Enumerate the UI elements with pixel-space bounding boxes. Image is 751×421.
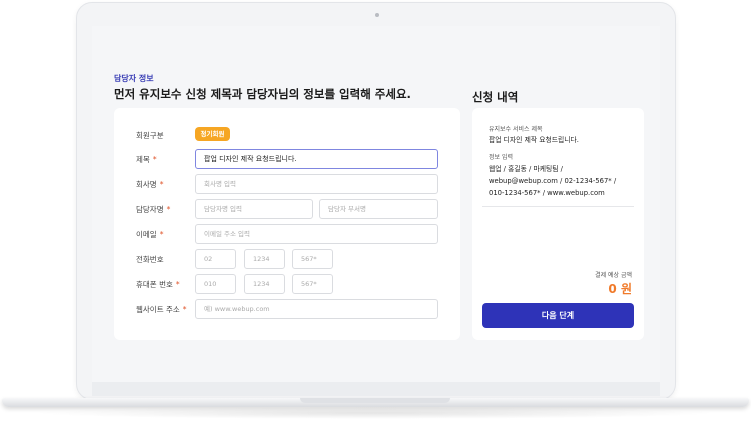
service-title-label: 유지보수 서비스 제목 <box>489 126 543 133</box>
website-input[interactable]: 예) www.webup.com <box>195 299 438 319</box>
summary-divider <box>482 206 634 207</box>
laptop-mockup: 담당자 정보 먼저 유지보수 신청 제목과 담당자님의 정보를 입력해 주세요.… <box>0 0 751 421</box>
laptop-shadow <box>30 407 720 419</box>
summary-card: 유지보수 서비스 제목 팝업 디자인 제작 요청드립니다. 정보 입력 웹업 /… <box>472 108 644 340</box>
section-subtitle: 담당자 정보 <box>114 74 154 83</box>
required-mark: * <box>152 155 157 164</box>
mobile-part-2[interactable]: 1234 <box>244 274 285 294</box>
info-line: 010-1234-567* / www.webup.com <box>489 189 605 197</box>
mobile-part-1[interactable]: 010 <box>195 274 236 294</box>
service-title-value: 팝업 디자인 제작 요청드립니다. <box>489 136 579 144</box>
phone-label: 전화번호 <box>136 255 164 264</box>
app-screen: 담당자 정보 먼저 유지보수 신청 제목과 담당자님의 정보를 입력해 주세요.… <box>92 26 660 382</box>
phone-part-1[interactable]: 02 <box>195 249 236 269</box>
price-value: 0 원 <box>608 282 632 296</box>
company-input[interactable]: 회사명 입력 <box>195 174 438 194</box>
email-input[interactable]: 이메일 주소 입력 <box>195 224 438 244</box>
summary-title: 신청 내역 <box>472 90 519 104</box>
required-mark: * <box>159 230 164 239</box>
phone-part-2[interactable]: 1234 <box>244 249 285 269</box>
required-mark: * <box>166 205 171 214</box>
required-mark: * <box>159 180 164 189</box>
subject-label: 제목 * <box>136 155 157 164</box>
laptop-base-notch <box>300 398 450 403</box>
phone-part-3[interactable]: 567* <box>292 249 333 269</box>
page-title: 먼저 유지보수 신청 제목과 담당자님의 정보를 입력해 주세요. <box>114 87 411 101</box>
website-label: 웹사이트 주소 * <box>136 305 187 314</box>
form-card: 회원구분 정기회원 제목 * 팝업 디자인 제작 요청드립니다. 회사명 * 회사명… <box>114 108 460 340</box>
screen-bezel-bottom <box>92 382 660 396</box>
next-step-button[interactable]: 다음 단계 <box>482 303 634 328</box>
manager-label: 담당자명 * <box>136 205 171 214</box>
subject-input[interactable]: 팝업 디자인 제작 요청드립니다. <box>195 149 438 169</box>
member-type-label: 회원구분 <box>136 131 164 140</box>
manager-dept-input[interactable]: 담당자 부서명 <box>319 199 438 219</box>
info-line: webup@webup.com / 02-1234-567* / <box>489 177 617 185</box>
required-mark: * <box>175 280 180 289</box>
email-label: 이메일 * <box>136 230 164 239</box>
info-line: 웹업 / 홍길동 / 마케팅팀 / <box>489 165 563 173</box>
price-label: 결제 예상 금액 <box>595 272 632 279</box>
company-label: 회사명 * <box>136 180 164 189</box>
mobile-part-3[interactable]: 567* <box>292 274 333 294</box>
member-type-badge: 정기회원 <box>195 127 230 141</box>
info-label: 정보 입력 <box>489 154 513 161</box>
manager-name-input[interactable]: 담당자명 입력 <box>195 199 313 219</box>
camera-dot <box>375 13 379 17</box>
mobile-label: 휴대폰 번호 * <box>136 280 180 289</box>
required-mark: * <box>182 305 187 314</box>
